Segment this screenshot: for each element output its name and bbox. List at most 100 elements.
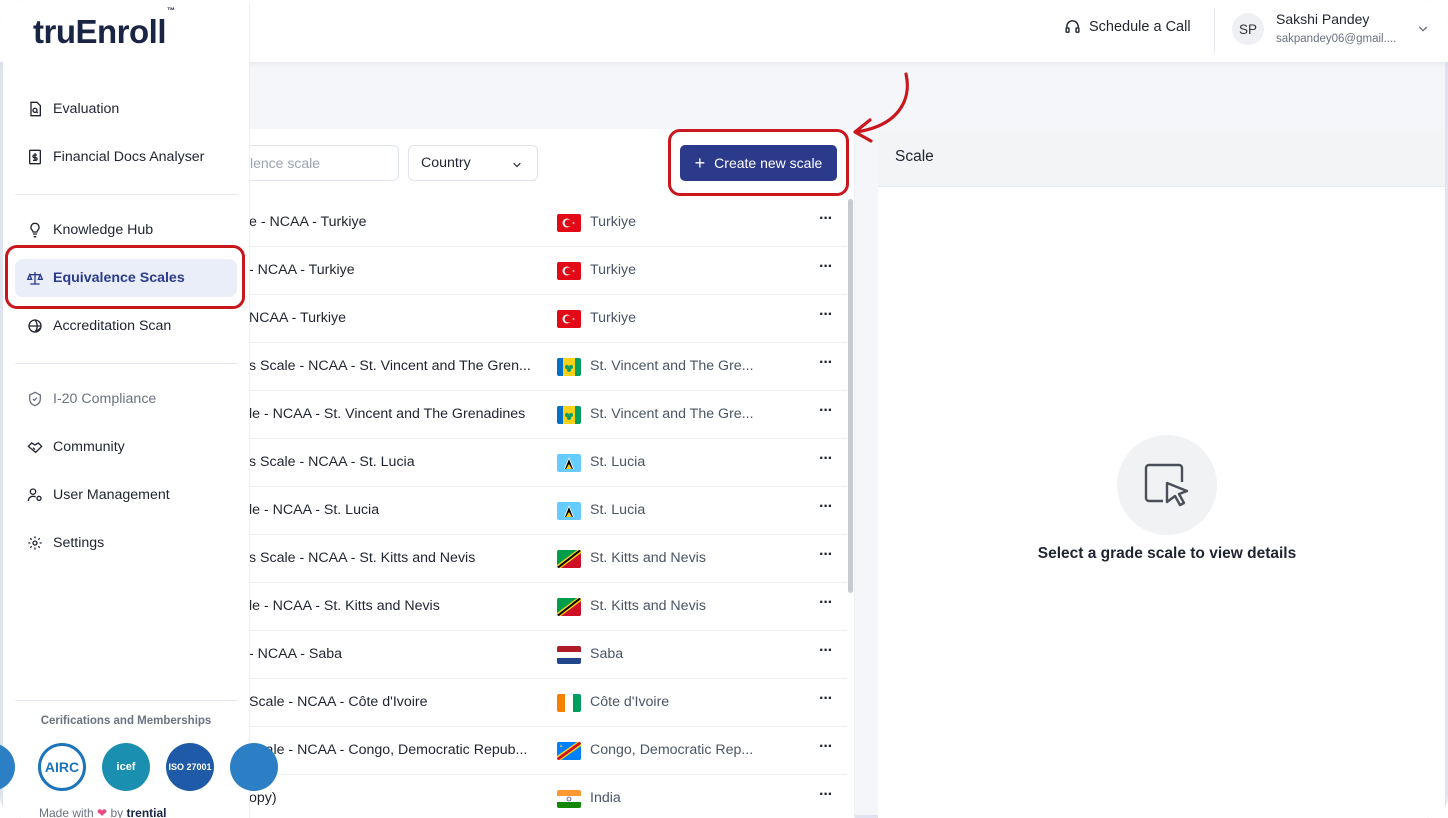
certification-badge (230, 743, 278, 791)
more-options-icon[interactable]: ··· (819, 306, 833, 324)
scale-icon (27, 272, 43, 285)
sidebar-item-user-management[interactable]: User Management (15, 476, 237, 514)
sidebar-item-settings[interactable]: Settings (15, 524, 237, 562)
more-options-icon[interactable]: ··· (819, 354, 833, 372)
scale-name: s Scale - NCAA - St. Lucia (249, 454, 415, 470)
table-row[interactable]: - NCAA - Turkiye Turkiye ··· (249, 247, 847, 295)
heart-icon: ❤ (97, 806, 108, 818)
more-options-icon[interactable]: ··· (819, 546, 833, 564)
shield-check-icon (29, 391, 41, 407)
scale-name: le - NCAA - St. Lucia (249, 502, 380, 518)
sidebar-item-knowledge-hub[interactable]: Knowledge Hub (15, 211, 237, 249)
country-flag-icon (557, 358, 581, 376)
sidebar-item-label: Knowledge Hub (53, 222, 154, 238)
sidebar-item-financial-docs[interactable]: Financial Docs Analyser (15, 138, 237, 176)
more-options-icon[interactable]: ··· (819, 786, 833, 804)
country-flag-icon (557, 550, 581, 568)
table-row[interactable]: s Scale - NCAA - St. Lucia St. Lucia ··· (249, 439, 847, 487)
more-options-icon[interactable]: ··· (819, 450, 833, 468)
made-with-label: Made with (39, 806, 94, 818)
country-flag-icon (557, 646, 581, 664)
sidebar-divider (15, 700, 237, 701)
scale-name: NCAA - Turkiye (249, 310, 346, 326)
more-options-icon[interactable]: ··· (819, 690, 833, 708)
globe-check-icon (28, 319, 42, 333)
table-row[interactable]: e - NCAA - Turkiye Turkiye ··· (249, 199, 847, 247)
app-frame: Schedule a Call SP Sakshi Pandey sakpand… (0, 0, 1448, 818)
table-row[interactable]: - NCAA - Saba Saba ··· (249, 631, 847, 679)
scrollbar[interactable] (848, 199, 853, 593)
table-row[interactable]: le - NCAA - St. Vincent and The Grenadin… (249, 391, 847, 439)
certification-badge (0, 743, 15, 791)
country-name: Turkiye (590, 310, 636, 326)
avatar[interactable]: SP (1232, 13, 1264, 45)
document-search-icon (30, 101, 41, 117)
table-row[interactable]: Scale - NCAA - Congo, Democratic Repub..… (249, 727, 847, 775)
country-flag-icon (557, 694, 581, 712)
sidebar-item-label: Evaluation (53, 101, 120, 117)
scale-detail-panel: Scale Select a grade scale to view detai… (878, 129, 1445, 818)
create-new-scale-label: Create new scale (714, 155, 823, 171)
sidebar-item-equivalence-scales[interactable]: Equivalence Scales (15, 259, 237, 297)
country-flag-icon (557, 214, 581, 232)
search-input[interactable]: lence scale (237, 145, 399, 181)
sidebar-item-accreditation-scan[interactable]: Accreditation Scan (15, 307, 237, 345)
country-name: St. Kitts and Nevis (590, 598, 706, 614)
scale-name: - NCAA - Turkiye (249, 262, 355, 278)
country-select[interactable]: Country (408, 145, 538, 181)
chevron-down-icon[interactable] (1416, 22, 1430, 36)
schedule-call-label: Schedule a Call (1089, 18, 1191, 35)
trential-logo: trential (126, 806, 167, 818)
country-name: St. Kitts and Nevis (590, 550, 706, 566)
more-options-icon[interactable]: ··· (819, 738, 833, 756)
more-options-icon[interactable]: ··· (819, 498, 833, 516)
country-flag-icon (557, 262, 581, 280)
create-new-scale-button[interactable]: + Create new scale (680, 145, 837, 181)
logo-tm: ™ (167, 6, 175, 15)
country-name: India (590, 790, 621, 806)
country-flag-icon (557, 454, 581, 472)
empty-state-message: Select a grade scale to view details (1037, 545, 1297, 562)
scale-name: s Scale - NCAA - St. Kitts and Nevis (249, 550, 476, 566)
table-row[interactable]: Scale - NCAA - Côte d'Ivoire Côte d'Ivoir… (249, 679, 847, 727)
country-flag-icon (557, 406, 581, 424)
country-flag-icon (557, 598, 581, 616)
sidebar-item-label: Community (53, 439, 125, 455)
scale-name: s Scale - NCAA - St. Vincent and The Gre… (249, 358, 531, 374)
country-flag-icon (557, 310, 581, 328)
scale-name: Scale - NCAA - Congo, Democratic Repub..… (249, 742, 528, 758)
detail-title: Scale (895, 148, 934, 165)
scale-name: Scale - NCAA - Côte d'Ivoire (249, 694, 428, 710)
more-options-icon[interactable]: ··· (819, 258, 833, 276)
sidebar-item-evaluation[interactable]: Evaluation (15, 90, 237, 128)
country-name: St. Lucia (590, 454, 646, 470)
more-options-icon[interactable]: ··· (819, 210, 833, 228)
more-options-icon[interactable]: ··· (819, 594, 833, 612)
sidebar-item-label: Financial Docs Analyser (53, 149, 205, 165)
more-options-icon[interactable]: ··· (819, 402, 833, 420)
airc-badge: AIRC (38, 743, 86, 791)
table-row[interactable]: opy) India ··· (249, 775, 847, 818)
scale-name: e - NCAA - Turkiye (249, 214, 367, 230)
table-row[interactable]: s Scale - NCAA - St. Vincent and The Gre… (249, 343, 847, 391)
sidebar-item-label: I-20 Compliance (53, 391, 157, 407)
country-name: Congo, Democratic Rep... (590, 742, 754, 758)
scale-name: - NCAA - Saba (249, 646, 343, 662)
table-row[interactable]: s Scale - NCAA - St. Kitts and Nevis St. … (249, 535, 847, 583)
schedule-call-button[interactable]: Schedule a Call (1064, 18, 1191, 35)
logo-text: truEnroll (33, 13, 167, 50)
sidebar-item-i20-compliance[interactable]: I-20 Compliance (15, 380, 237, 418)
more-options-icon[interactable]: ··· (819, 642, 833, 660)
sidebar: truEnroll™ Evaluation Financial Docs Ana… (0, 3, 278, 818)
country-flag-icon (557, 790, 581, 808)
sidebar-item-community[interactable]: Community (15, 428, 237, 466)
table-row[interactable]: le - NCAA - St. Lucia St. Lucia ··· (249, 487, 847, 535)
sidebar-item-label: User Management (53, 487, 170, 503)
user-email: sakpandey06@gmail.... (1276, 33, 1397, 45)
table-row[interactable]: le - NCAA - St. Kitts and Nevis St. Kitts… (249, 583, 847, 631)
handshake-icon (27, 442, 43, 454)
table-row[interactable]: NCAA - Turkiye Turkiye ··· (249, 295, 847, 343)
icef-badge: icef (102, 743, 150, 791)
logo[interactable]: truEnroll™ (33, 6, 175, 51)
dollar-document-icon (29, 149, 41, 165)
